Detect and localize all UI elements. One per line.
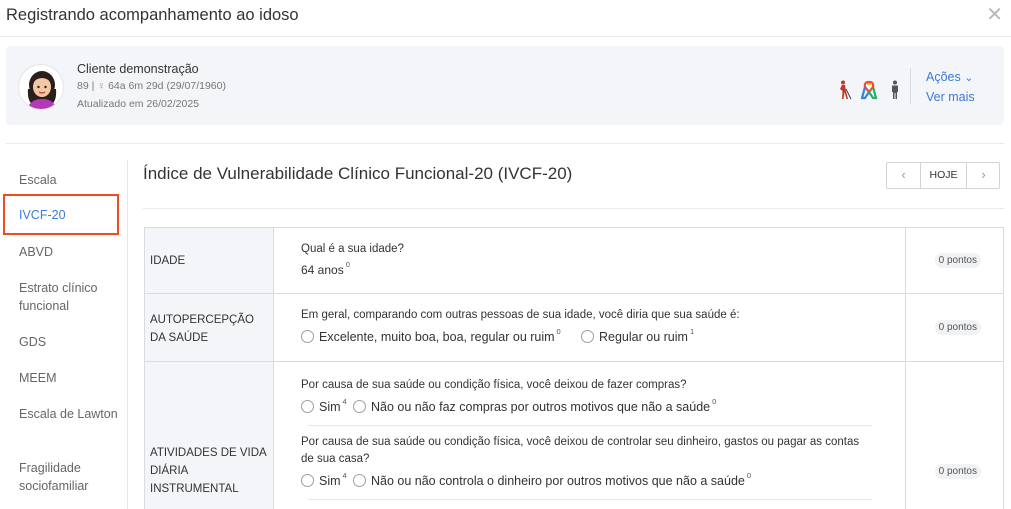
- answer-score: 0: [345, 260, 350, 269]
- date-pager: ‹ HOJE ›: [886, 162, 1000, 189]
- patient-id: 89: [77, 80, 89, 92]
- patient-age-dob: 64a 6m 29d (29/07/1960): [108, 80, 226, 92]
- sidebar-item-abvd[interactable]: ABVD: [0, 243, 120, 261]
- option-label: Não ou não faz compras por outros motivo…: [371, 400, 711, 414]
- patient-updated: Atualizado em 26/02/2025: [77, 98, 200, 110]
- option-score: 0: [746, 471, 752, 480]
- option-score: 0: [556, 327, 561, 336]
- category-label: AUTOPERCEPÇÃO DA SAÚDE: [150, 314, 254, 344]
- female-icon: ♀: [97, 80, 106, 92]
- radio-option[interactable]: Sim 4: [301, 471, 347, 488]
- modal-header: Registrando acompanhamento ao idoso ✕: [0, 0, 1011, 37]
- section-divider: [6, 143, 1004, 144]
- patient-name: Cliente demonstração: [77, 62, 199, 76]
- radio-option[interactable]: Excelente, muito boa, boa, regular ou ru…: [301, 327, 561, 344]
- points-cell: 0 pontos: [905, 228, 1003, 293]
- sidebar-item-gds[interactable]: GDS: [0, 333, 120, 351]
- points-badge: 0 pontos: [934, 253, 981, 268]
- see-more-link[interactable]: Ver mais: [926, 90, 975, 104]
- radio-button[interactable]: [353, 474, 366, 487]
- patient-info: 89 | ♀ 64a 6m 29d (29/07/1960): [77, 80, 226, 92]
- radio-option[interactable]: Não ou não faz compras por outros motivo…: [353, 397, 717, 414]
- option-score: 4: [342, 397, 347, 406]
- chevron-left-icon[interactable]: ‹: [887, 163, 920, 188]
- table-row: AUTOPERCEPÇÃO DA SAÚDE Em geral, compara…: [145, 294, 1003, 362]
- radio-button[interactable]: [301, 400, 314, 413]
- sidebar-item-meem[interactable]: MEEM: [0, 369, 120, 387]
- sidebar-item-lawton[interactable]: Escala de Lawton: [0, 405, 120, 423]
- table-row: IDADE Qual é a sua idade? 64 anos 0 0 pon…: [145, 228, 1003, 294]
- question-text: Por causa de sua saúde ou condição físic…: [301, 379, 687, 391]
- person-standing-icon[interactable]: [887, 80, 903, 100]
- today-button[interactable]: HOJE: [920, 163, 967, 188]
- category-label: ATIVIDADES DE VIDA DIÁRIA INSTRUMENTAL: [150, 447, 267, 495]
- option-label: Regular ou ruim: [599, 330, 688, 344]
- question-divider: [308, 425, 872, 426]
- answer-text: 64 anos: [301, 263, 344, 277]
- row-category: IDADE: [145, 228, 274, 293]
- actions-dropdown[interactable]: Ações ⌄: [926, 70, 973, 84]
- close-icon[interactable]: ✕: [986, 5, 1003, 25]
- modal-title: Registrando acompanhamento ao idoso: [6, 6, 299, 24]
- question-divider: [308, 499, 872, 500]
- question-text: Qual é a sua idade?: [301, 243, 404, 255]
- question-text: Em geral, comparando com outras pessoas …: [301, 309, 740, 321]
- points-cell: 0 pontos: [905, 294, 1003, 361]
- ribbon-puzzle-icon[interactable]: [861, 80, 877, 100]
- row-category: ATIVIDADES DE VIDA DIÁRIA INSTRUMENTAL: [145, 362, 274, 509]
- radio-button[interactable]: [581, 330, 594, 343]
- option-label: Sim: [319, 474, 341, 488]
- content-divider: [143, 208, 1004, 209]
- question-text: Por causa de sua saúde ou condição físic…: [301, 436, 860, 465]
- blind-person-icon[interactable]: [836, 80, 852, 100]
- answer-value: 64 anos 0: [301, 260, 350, 277]
- patient-card: Cliente demonstração 89 | ♀ 64a 6m 29d (…: [6, 46, 1004, 125]
- radio-button[interactable]: [301, 330, 314, 343]
- table-row: ATIVIDADES DE VIDA DIÁRIA INSTRUMENTAL P…: [145, 362, 1003, 509]
- sidebar-item-estrato-clinico[interactable]: Estrato clínico funcional: [0, 279, 120, 315]
- chevron-right-icon[interactable]: ›: [967, 163, 1000, 188]
- radio-button[interactable]: [353, 400, 366, 413]
- option-label: Sim: [319, 400, 341, 414]
- option-label: Não ou não controla o dinheiro por outro…: [371, 474, 745, 488]
- sidebar-item-ivcf20[interactable]: IVCF-20: [0, 206, 120, 224]
- category-label: IDADE: [150, 255, 186, 267]
- scale-title: Índice de Vulnerabilidade Clínico Funcio…: [143, 164, 573, 183]
- chevron-down-icon: ⌄: [964, 72, 974, 84]
- points-badge: 0 pontos: [934, 320, 981, 335]
- row-category: AUTOPERCEPÇÃO DA SAÚDE: [145, 294, 274, 361]
- sidebar-item-fragilidade[interactable]: Fragilidade sociofamiliar: [0, 459, 120, 495]
- card-divider: [910, 68, 911, 104]
- points-cell: 0 pontos: [905, 362, 1003, 509]
- points-badge: 0 pontos: [934, 464, 981, 479]
- radio-option[interactable]: Regular ou ruim 1: [581, 327, 695, 344]
- option-score: 0: [712, 397, 717, 406]
- option-score: 1: [689, 327, 695, 336]
- radio-button[interactable]: [301, 474, 314, 487]
- radio-option[interactable]: Sim 4: [301, 397, 347, 414]
- option-score: 4: [342, 471, 347, 480]
- questionnaire-table: IDADE Qual é a sua idade? 64 anos 0 0 pon…: [144, 227, 1004, 509]
- sidebar-item-escala[interactable]: Escala: [0, 171, 120, 189]
- patient-avatar: [18, 64, 64, 110]
- option-label: Excelente, muito boa, boa, regular ou ru…: [319, 330, 555, 344]
- radio-option[interactable]: Não ou não controla o dinheiro por outro…: [353, 471, 752, 488]
- info-separator: |: [91, 80, 95, 92]
- actions-label: Ações: [926, 70, 961, 84]
